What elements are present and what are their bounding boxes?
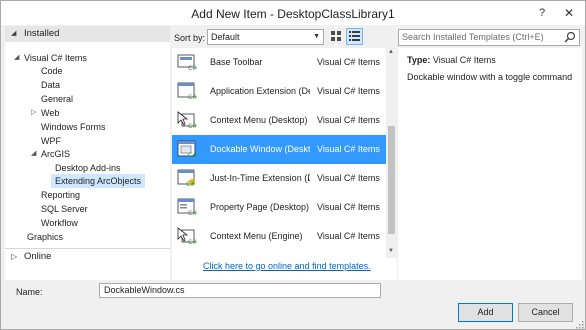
tree-item-graphics[interactable]: Graphics — [27, 230, 63, 244]
small-icons-view-button[interactable] — [328, 28, 345, 45]
template-category: Visual C# Items — [317, 86, 380, 96]
template-category: Visual C# Items — [317, 144, 380, 154]
search-templates-input[interactable]: Search Installed Templates (Ctrl+E) — [398, 29, 580, 46]
sort-by-value: Default — [211, 32, 240, 42]
tree-item-windows-forms[interactable]: Windows Forms — [41, 120, 106, 134]
scrollbar-thumb[interactable] — [388, 126, 395, 234]
expand-arrow-icon[interactable]: ▷ — [31, 106, 36, 120]
toolbar-icon: C# — [177, 54, 197, 71]
svg-text:C#: C# — [188, 123, 197, 129]
online-label: Online — [24, 251, 52, 262]
online-section-header[interactable]: ▷ Online — [5, 248, 170, 264]
list-view-button[interactable] — [346, 28, 363, 45]
tree-item-desktop-add-ins[interactable]: Desktop Add-ins — [55, 161, 121, 175]
find-templates-online-link[interactable]: Click here to go online and find templat… — [203, 261, 371, 271]
title-bar: Add New Item - DesktopClassLibrary1 ? ✕ — [1, 1, 585, 25]
template-category: Visual C# Items — [317, 173, 380, 183]
tree-item-general[interactable]: General — [41, 92, 73, 106]
template-type-line: Type: Visual C# Items — [407, 55, 496, 65]
jit-extension-icon: C# — [177, 169, 195, 187]
template-category: Visual C# Items — [317, 115, 380, 125]
dockable-window-icon: C# — [177, 140, 197, 158]
svg-text:C#: C# — [186, 181, 195, 187]
svg-text:C#: C# — [188, 152, 197, 158]
template-category: Visual C# Items — [317, 57, 380, 67]
add-new-item-dialog: Add New Item - DesktopClassLibrary1 ? ✕ … — [0, 0, 586, 330]
template-item-application-extension[interactable]: C# Application Extension (De... Visual C… — [172, 77, 386, 106]
svg-text:C#: C# — [188, 239, 197, 245]
template-item-context-menu-desktop[interactable]: C# Context Menu (Desktop) Visual C# Item… — [172, 106, 386, 135]
installed-section-header[interactable]: ◢ Installed — [5, 26, 170, 42]
installed-label: Installed — [24, 28, 60, 39]
template-name: Context Menu (Desktop) — [210, 115, 308, 125]
svg-text:C#: C# — [188, 65, 197, 71]
template-item-jit-extension[interactable]: C# Just-In-Time Extension (D... Visual C… — [172, 164, 386, 193]
svg-text:C#: C# — [188, 94, 197, 100]
template-details-pane: Type: Visual C# Items Dockable window wi… — [398, 48, 582, 280]
tree-item-data[interactable]: Data — [41, 78, 60, 92]
type-label: Type: — [407, 55, 431, 65]
collapse-arrow-icon[interactable]: ◢ — [31, 147, 36, 161]
sort-by-dropdown[interactable]: Default ▼ — [207, 29, 324, 45]
tree-item-visual-csharp-items[interactable]: Visual C# Items — [24, 51, 87, 65]
template-name: Base Toolbar — [210, 57, 263, 67]
template-item-context-menu-engine[interactable]: C# Context Menu (Engine) Visual C# Items — [172, 222, 386, 251]
list-view-icon — [349, 31, 360, 41]
tree-item-sql-server[interactable]: SQL Server — [41, 202, 88, 216]
tree-item-wpf[interactable]: WPF — [41, 134, 61, 148]
close-button[interactable]: ✕ — [560, 5, 578, 21]
template-description: Dockable window with a toggle command — [407, 72, 573, 82]
app-extension-icon: C# — [177, 82, 197, 100]
expand-arrow-icon[interactable]: ◢ — [14, 51, 19, 65]
template-name: Property Page (Desktop) — [210, 202, 310, 212]
tree-item-code[interactable]: Code — [41, 64, 63, 78]
search-icon[interactable] — [564, 31, 576, 43]
item-name-field[interactable]: DockableWindow.cs — [99, 283, 381, 298]
template-category: Visual C# Items — [317, 231, 380, 241]
name-label: Name: — [16, 287, 43, 297]
template-item-property-page[interactable]: C# Property Page (Desktop) Visual C# Ite… — [172, 193, 386, 222]
tree-item-arcgis[interactable]: ArcGIS — [41, 147, 70, 161]
help-button[interactable]: ? — [533, 5, 551, 21]
template-name: Just-In-Time Extension (D... — [210, 173, 310, 183]
context-menu-icon: C# — [177, 111, 197, 129]
search-placeholder: Search Installed Templates (Ctrl+E) — [402, 32, 544, 42]
scroll-up-icon[interactable]: ▲ — [388, 49, 394, 55]
tree-item-web[interactable]: Web — [41, 106, 59, 120]
template-category: Visual C# Items — [317, 202, 380, 212]
template-name: Dockable Window (Deskt... — [210, 144, 310, 154]
template-list: C# Base Toolbar Visual C# Items C# Appli… — [172, 48, 397, 280]
window-title: Add New Item - DesktopClassLibrary1 — [191, 7, 395, 21]
expand-arrow-icon[interactable]: ▷ — [11, 249, 17, 265]
property-page-icon: C# — [177, 198, 197, 216]
template-name: Context Menu (Engine) — [210, 231, 303, 241]
template-name: Application Extension (De... — [210, 86, 310, 96]
scroll-down-icon[interactable]: ▼ — [388, 248, 394, 254]
tree-item-reporting[interactable]: Reporting — [41, 188, 80, 202]
template-item-dockable-window[interactable]: C# Dockable Window (Deskt... Visual C# I… — [172, 135, 386, 164]
svg-text:C#: C# — [188, 210, 197, 216]
grid-view-icon — [331, 31, 341, 41]
tree-item-extending-arcobjects[interactable]: Extending ArcObjects — [51, 174, 146, 188]
template-category-tree: ◢ Installed ◢ Visual C# Items Code Data … — [5, 26, 170, 280]
chevron-down-icon: ▼ — [313, 33, 320, 40]
cancel-button[interactable]: Cancel — [518, 303, 573, 322]
collapse-arrow-icon[interactable]: ◢ — [11, 26, 16, 42]
sort-by-label: Sort by: — [174, 33, 206, 43]
resize-grip-icon[interactable] — [576, 321, 584, 329]
tree-item-workflow[interactable]: Workflow — [41, 216, 78, 230]
add-button[interactable]: Add — [458, 303, 513, 322]
template-list-scrollbar[interactable]: ▲ ▼ — [386, 48, 397, 258]
context-menu-icon: C# — [177, 227, 197, 245]
template-item-base-toolbar[interactable]: C# Base Toolbar Visual C# Items — [172, 48, 386, 77]
type-value: Visual C# Items — [432, 55, 496, 65]
